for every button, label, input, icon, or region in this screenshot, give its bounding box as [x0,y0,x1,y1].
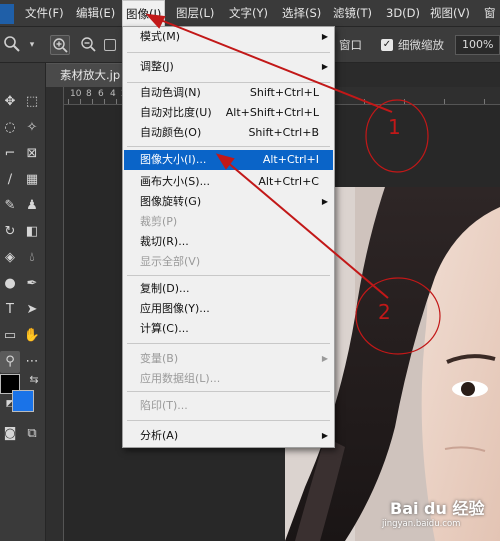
menu-file[interactable]: 文件(F) [25,0,64,27]
menu-item-duplicate[interactable]: 复制(D)... [124,279,333,299]
menu-bar: 文件(F) 编辑(E) 图像(I) 图层(L) 文字(Y) 选择(S) 滤镜(T… [0,0,500,27]
eraser-tool-icon[interactable]: ◧ [22,221,42,243]
marquee-tool-icon[interactable]: ⬚ [22,91,42,113]
menu-separator [127,146,330,147]
ruler-number: 6 [98,89,104,99]
baidu-watermark-url: jingyan.baidu.com [382,519,461,529]
chevron-down-icon[interactable]: ▾ [22,35,42,55]
move-tool-icon[interactable]: ✥ [0,91,20,113]
menu-item-image-size[interactable]: 图像大小(I)... Alt+Ctrl+I [124,150,333,170]
blur-tool-icon[interactable]: 💧︎ [22,247,42,269]
menu-separator [127,275,330,276]
image-menu-dropdown: 模式(M) ▶ 调整(J) ▶ 自动色调(N) Shift+Ctrl+L 自动对比度(… [122,26,335,448]
annotation-step-2-label: 2 [378,300,391,324]
paint-bucket-tool-icon[interactable]: ◈ [0,247,20,269]
menu-item-reveal-all: 显示全部(V) [140,255,201,268]
menu-item-canvas-size[interactable]: 画布大小(S)... Alt+Ctrl+C [124,172,333,192]
photoshop-logo-icon [0,4,14,24]
baidu-watermark: Bai du 经验 [390,499,485,518]
menu-item-image-rotation[interactable]: 图像旋转(G) ▶ [124,192,333,212]
menu-3d[interactable]: 3D(D) [386,0,420,27]
screen-mode-icon[interactable]: ⧉ [22,423,42,445]
fine-zoom-label: 细微缩放 [398,38,444,52]
path-selection-tool-icon[interactable]: ➤ [22,299,42,321]
menu-item-calculations[interactable]: 计算(C)... [124,319,333,339]
quick-mask-icon[interactable]: ◙ [0,423,20,445]
menu-item-adjustments[interactable]: 调整(J) ▶ [124,57,333,77]
crop-tool-icon[interactable]: ⌐ [0,143,20,165]
window-label: 窗口 [339,38,362,52]
menu-item-auto-tone[interactable]: 自动色调(N) Shift+Ctrl+L [124,83,333,103]
menu-separator [127,420,330,421]
menu-type[interactable]: 文字(Y) [229,0,268,27]
zoom-in-icon[interactable] [50,35,70,55]
vertical-ruler [46,87,64,541]
menu-separator [127,391,330,392]
menu-item-auto-contrast[interactable]: 自动对比度(U) Alt+Shift+Ctrl+L [124,103,333,123]
zoom-percent-field[interactable]: 100% [455,35,500,55]
menu-item-trap: 陷印(T)... [140,399,188,412]
menu-separator [127,52,330,53]
swap-colors-icon[interactable]: ⇆ [24,369,44,391]
fine-zoom-checkbox[interactable]: ✓ [381,39,393,51]
history-brush-tool-icon[interactable]: ↻ [0,221,20,243]
menu-window[interactable]: 窗 [484,0,496,27]
menu-item-auto-color[interactable]: 自动颜色(O) Shift+Ctrl+B [124,123,333,143]
menu-separator [127,343,330,344]
menu-item-variables: 变量(B) ▶ [124,349,333,369]
lasso-tool-icon[interactable]: ◌ [0,117,20,139]
submenu-arrow-icon: ▶ [321,197,328,206]
submenu-arrow-icon: ▶ [321,32,328,41]
menu-item-mode[interactable]: 模式(M) ▶ [124,27,333,47]
clone-stamp-tool-icon[interactable]: ♟ [22,195,42,217]
menu-item-analysis[interactable]: 分析(A) ▶ [124,426,333,446]
rectangle-tool-icon[interactable]: ▭ [0,325,20,347]
resize-windows-checkbox[interactable] [104,39,116,51]
menu-view[interactable]: 视图(V) [430,0,470,27]
menu-item-crop: 裁剪(P) [140,215,178,228]
healing-brush-tool-icon[interactable]: ▦ [22,169,42,191]
ruler-number: 10 [70,89,82,99]
menu-edit[interactable]: 编辑(E) [76,0,115,27]
hand-tool-icon[interactable]: ✋ [22,325,42,347]
menu-item-apply-data-set: 应用数据组(L)... [140,372,221,385]
zoom-tool-icon[interactable] [2,35,22,55]
brush-tool-icon[interactable]: ✎ [0,195,20,217]
type-tool-icon[interactable]: T [0,299,20,321]
annotation-step-1-label: 1 [388,115,401,139]
tools-panel: ✥ ⬚ ◌ ✧ ⌐ ⊠ ∕ ▦ ✎ ♟ ↻ ◧ ◈ 💧︎ ● ✒ T ➤ ▭ ✋… [0,63,46,541]
dodge-tool-icon[interactable]: ● [0,273,20,295]
zoom-tool-panel-icon[interactable]: ⚲ [0,351,20,373]
submenu-arrow-icon: ▶ [321,354,328,363]
pen-tool-icon[interactable]: ✒ [22,273,42,295]
background-color-swatch[interactable] [12,390,34,412]
submenu-arrow-icon: ▶ [321,62,328,71]
ruler-number: 4 [110,89,116,99]
menu-item-trim[interactable]: 裁切(R)... [124,232,333,252]
frame-tool-icon[interactable]: ⊠ [22,143,42,165]
zoom-out-icon[interactable] [78,35,98,55]
menu-select[interactable]: 选择(S) [282,0,321,27]
menu-filter[interactable]: 滤镜(T) [333,0,372,27]
eyedropper-tool-icon[interactable]: ∕ [0,169,20,191]
submenu-arrow-icon: ▶ [321,431,328,440]
menu-layer[interactable]: 图层(L) [176,0,214,27]
menu-image[interactable]: 图像(I) [122,0,166,27]
ruler-number: 8 [86,89,92,99]
magic-wand-tool-icon[interactable]: ✧ [22,117,42,139]
menu-item-apply-image[interactable]: 应用图像(Y)... [124,299,333,319]
